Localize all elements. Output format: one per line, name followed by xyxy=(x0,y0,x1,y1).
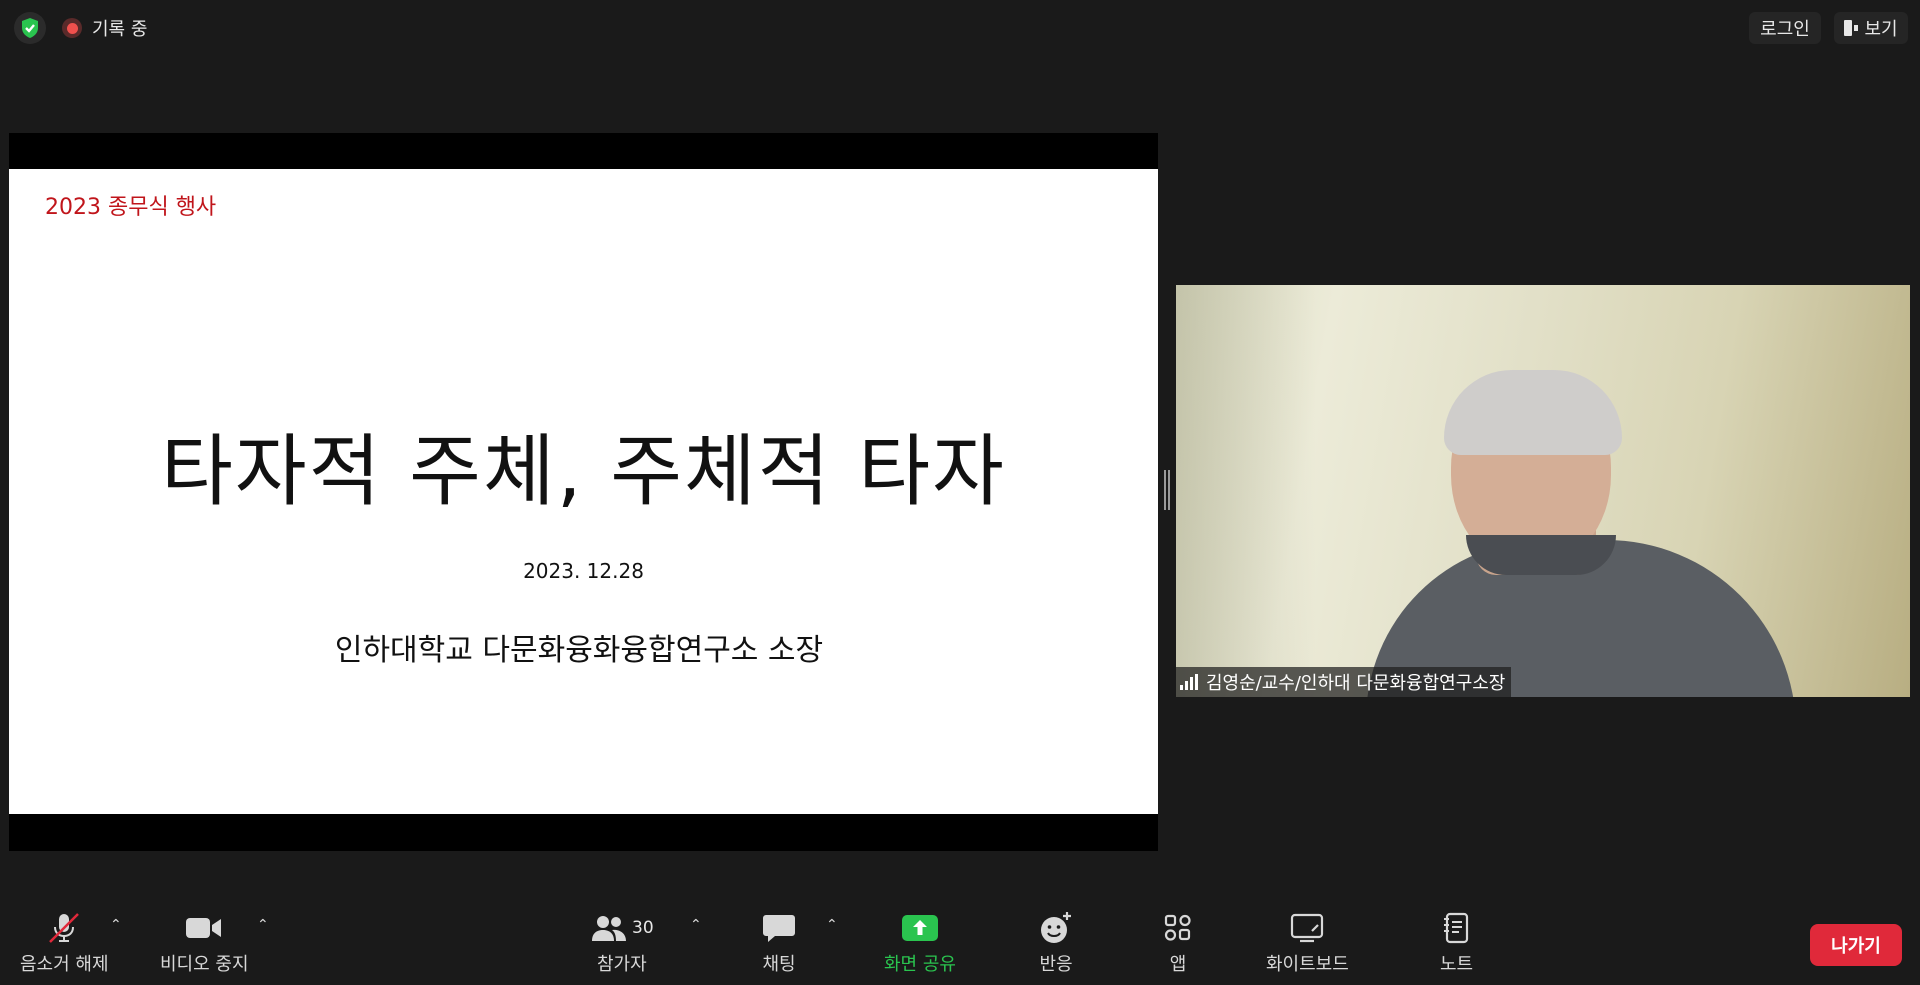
recording-label: 기록 중 xyxy=(92,19,148,40)
slide-title: 타자적 주체, 주체적 타자 xyxy=(161,427,1006,517)
mic-off-icon xyxy=(46,910,82,946)
reactions-label: 반응 xyxy=(1039,954,1073,975)
view-button[interactable]: 보기 xyxy=(1834,12,1908,44)
participant-video[interactable]: 김영순/교수/인하대 다문화융합연구소장 xyxy=(1176,285,1910,697)
security-shield-icon[interactable] xyxy=(14,12,46,44)
unmute-button[interactable]: 음소거 해제 xyxy=(20,910,109,976)
whiteboard-button[interactable]: 화이트보드 xyxy=(1266,910,1349,976)
slide-date: 2023. 12.28 xyxy=(523,559,644,583)
whiteboard-label: 화이트보드 xyxy=(1266,954,1349,975)
slide-organization: 인하대학교 다문화융화융합연구소 소장 xyxy=(334,633,824,668)
share-screen-label: 화면 공유 xyxy=(884,954,956,975)
reactions-button[interactable]: 반응 xyxy=(1038,910,1074,976)
apps-label: 앱 xyxy=(1169,954,1187,975)
record-icon xyxy=(62,18,82,38)
chat-options-caret[interactable]: ⌃ xyxy=(826,917,838,933)
chat-label: 채팅 xyxy=(762,954,796,975)
stop-video-button[interactable]: 비디오 중지 xyxy=(160,910,249,976)
share-screen-button[interactable]: 화면 공유 xyxy=(884,910,956,976)
leave-button[interactable]: 나가기 xyxy=(1810,924,1902,966)
video-icon xyxy=(184,910,224,946)
video-options-caret[interactable]: ⌃ xyxy=(257,917,269,933)
participants-label: 참가자 xyxy=(596,954,647,975)
shared-screen: 2023 종무식 행사 타자적 주체, 주체적 타자 2023. 12.28 인… xyxy=(9,133,1158,851)
view-label: 보기 xyxy=(1864,19,1898,40)
notes-label: 노트 xyxy=(1440,954,1474,975)
apps-icon xyxy=(1163,910,1193,946)
view-icon xyxy=(1844,20,1859,36)
unmute-label: 음소거 해제 xyxy=(20,954,109,975)
meeting-toolbar: 음소거 해제 ⌃ 비디오 중지 ⌃ 30 참가자 ⌃ 채팅 ⌃ 화면 공유 반응 xyxy=(0,895,1920,985)
chat-icon xyxy=(762,910,796,946)
resize-handle[interactable] xyxy=(1164,470,1170,510)
reaction-icon xyxy=(1038,910,1074,946)
participant-name: 김영순/교수/인하대 다문화융합연구소장 xyxy=(1206,673,1506,694)
login-button[interactable]: 로그인 xyxy=(1749,12,1821,44)
presentation-slide: 2023 종무식 행사 타자적 주체, 주체적 타자 2023. 12.28 인… xyxy=(9,169,1158,814)
slide-tag: 2023 종무식 행사 xyxy=(45,195,217,220)
apps-button[interactable]: 앱 xyxy=(1163,910,1193,976)
recording-indicator[interactable]: 기록 중 xyxy=(62,14,147,42)
participant-name-tag: 김영순/교수/인하대 다문화융합연구소장 xyxy=(1176,667,1512,697)
whiteboard-icon xyxy=(1290,910,1324,946)
notes-icon xyxy=(1443,910,1471,946)
share-screen-icon xyxy=(901,910,939,946)
chat-button[interactable]: 채팅 xyxy=(762,910,796,976)
participants-icon: 30 xyxy=(590,910,654,946)
signal-icon xyxy=(1180,674,1198,690)
participants-button[interactable]: 30 참가자 xyxy=(590,910,654,976)
audio-options-caret[interactable]: ⌃ xyxy=(110,917,122,933)
stop-video-label: 비디오 중지 xyxy=(160,954,249,975)
notes-button[interactable]: 노트 xyxy=(1440,910,1473,976)
participants-count: 30 xyxy=(632,918,654,938)
participants-options-caret[interactable]: ⌃ xyxy=(690,917,702,933)
